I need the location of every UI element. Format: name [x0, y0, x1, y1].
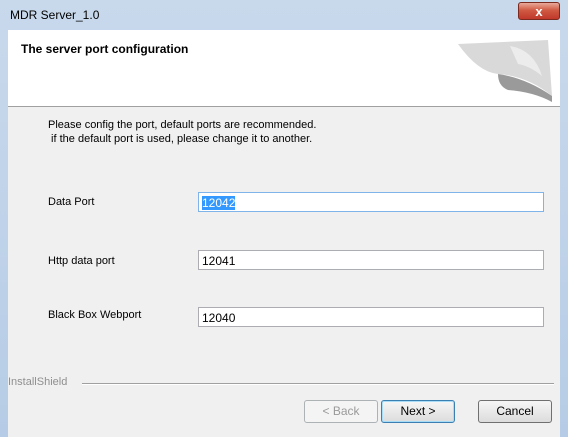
dialog-body: The server port configuration Please con… [8, 30, 560, 437]
page-title: The server port configuration [21, 42, 189, 56]
close-button[interactable]: x [518, 2, 560, 20]
header-banner: The server port configuration [8, 30, 560, 107]
back-button[interactable]: < Back [304, 400, 378, 423]
title-bar[interactable]: MDR Server_1.0 x [0, 0, 568, 31]
installshield-brand: InstallShield [8, 376, 72, 388]
black-box-webport-value: 12040 [202, 311, 236, 325]
description-line-2: if the default port is used, please chan… [48, 133, 313, 145]
footer-divider [82, 383, 554, 385]
data-port-value: 12042 [202, 196, 236, 210]
installer-window: MDR Server_1.0 x The server port configu… [0, 0, 568, 437]
close-icon: x [535, 4, 543, 19]
description: Please config the port, default ports ar… [48, 118, 316, 146]
window-title: MDR Server_1.0 [10, 8, 100, 22]
black-box-webport-label: Black Box Webport [48, 309, 142, 321]
data-port-input[interactable]: 12042 [198, 192, 544, 212]
http-data-port-input[interactable]: 12041 [198, 250, 544, 270]
description-line-1: Please config the port, default ports ar… [48, 119, 317, 131]
http-data-port-value: 12041 [202, 254, 236, 268]
cancel-button[interactable]: Cancel [478, 400, 552, 423]
installer-swoosh-icon [458, 40, 552, 102]
black-box-webport-input[interactable]: 12040 [198, 307, 544, 327]
next-button[interactable]: Next > [381, 400, 455, 423]
http-data-port-label: Http data port [48, 255, 115, 267]
data-port-label: Data Port [48, 196, 95, 208]
